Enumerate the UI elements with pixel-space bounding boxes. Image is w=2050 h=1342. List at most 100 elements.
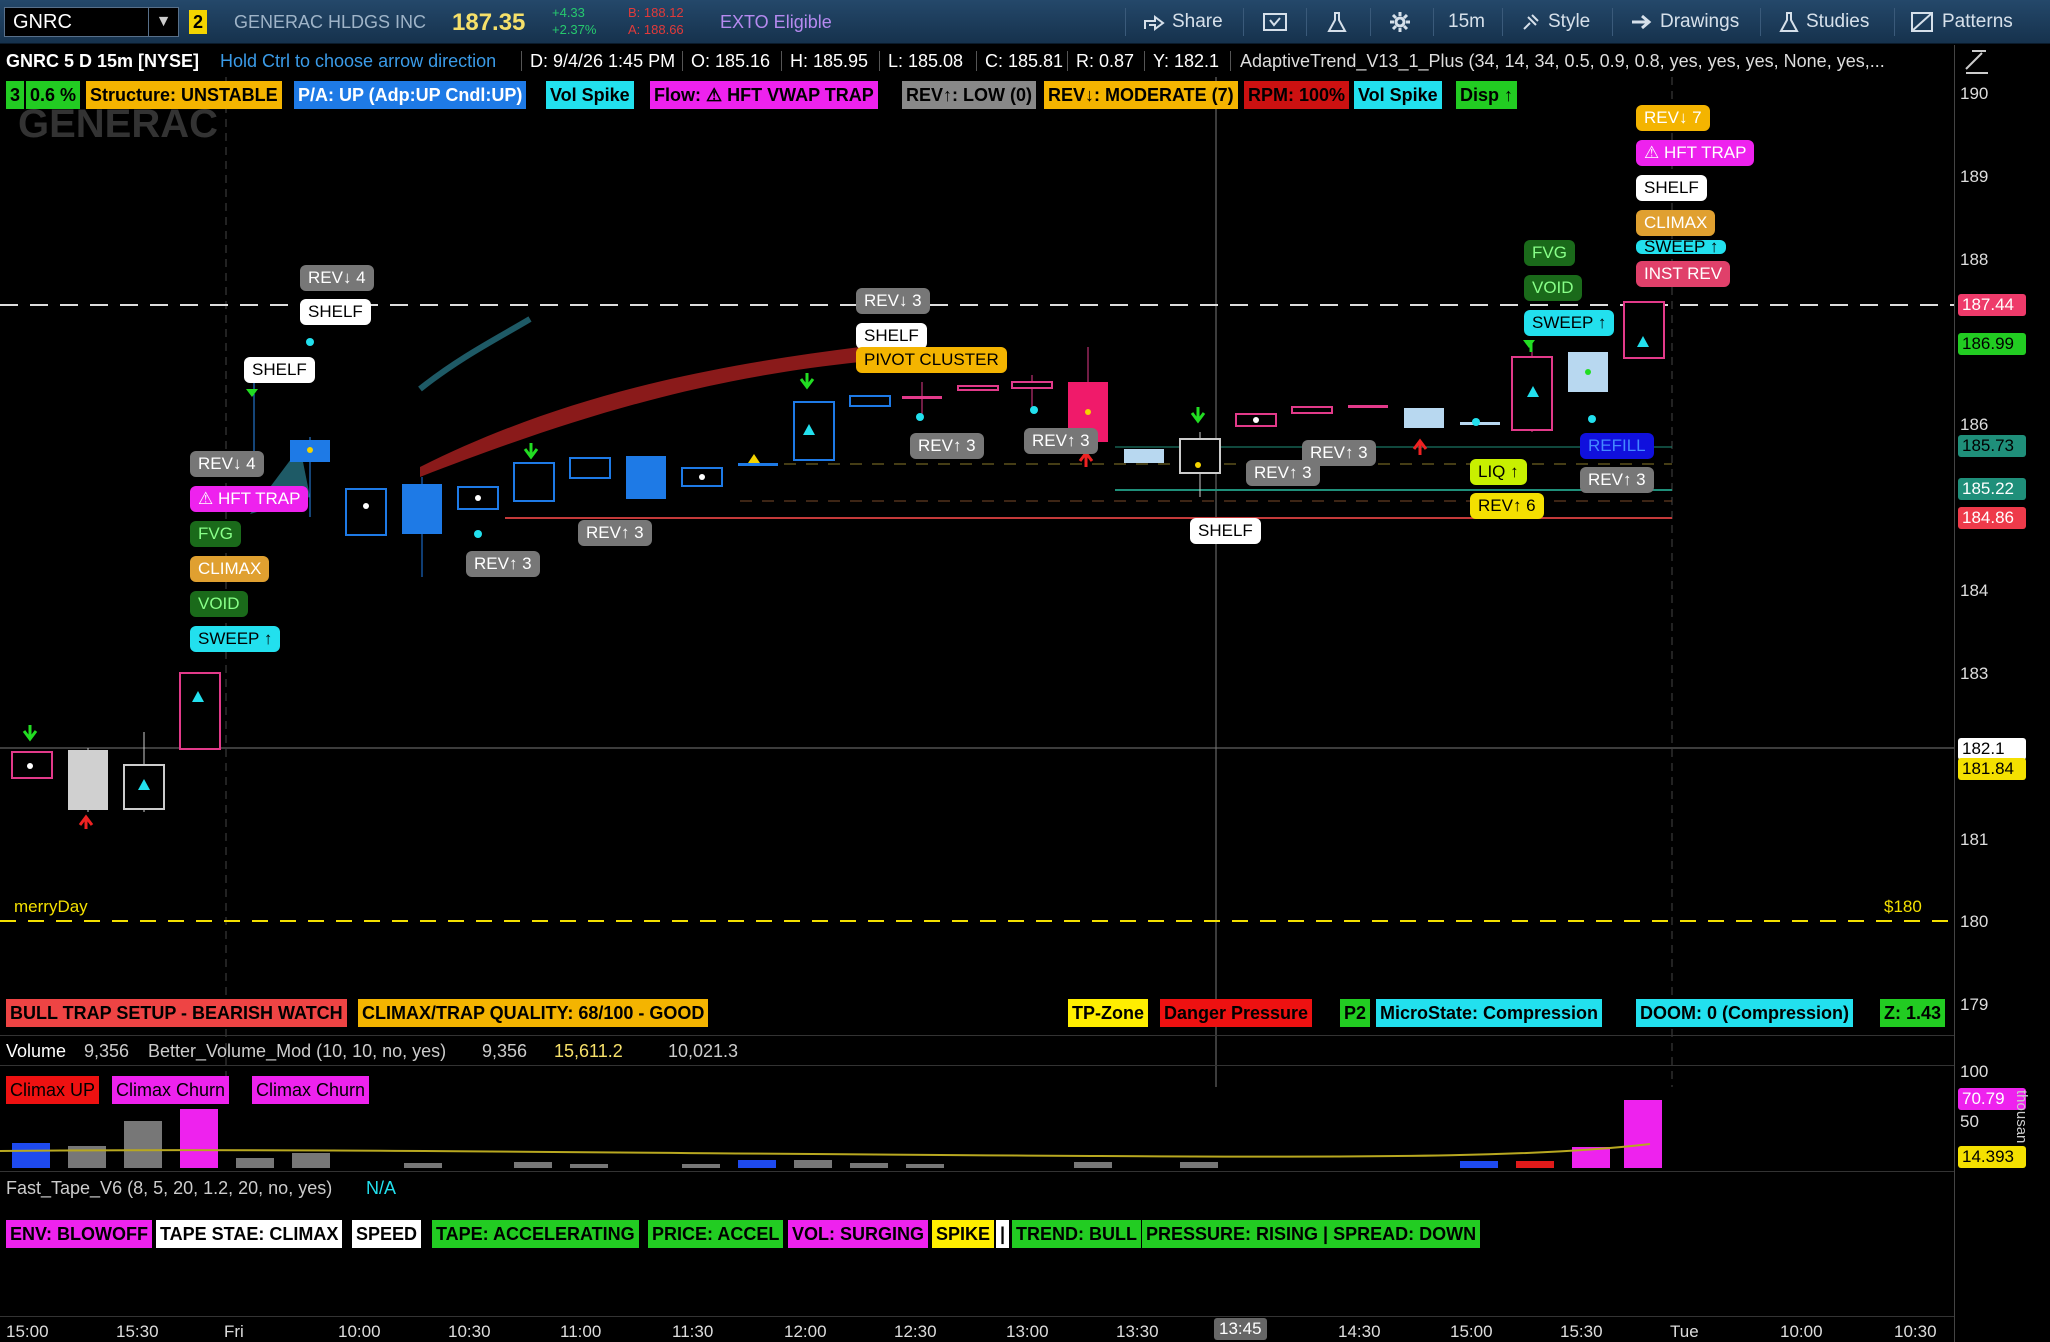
rev-up-label: REV↑: LOW (0) xyxy=(902,81,1036,109)
merry-day-label: merryDay xyxy=(14,897,88,916)
tape-value: N/A xyxy=(366,1178,397,1198)
rev-up-label: REV↑ 3 xyxy=(578,520,652,546)
drawings-label: Drawings xyxy=(1660,11,1740,32)
volume-y-tick: 50 xyxy=(1960,1112,1979,1131)
style-button[interactable]: Style xyxy=(1516,0,1590,44)
divider xyxy=(1433,8,1434,36)
close-readout: C: 185.81 xyxy=(985,51,1064,71)
divider-label: | xyxy=(996,1220,1010,1248)
env-label: ENV: BLOWOFF xyxy=(6,1220,152,1248)
x-tick: 12:00 xyxy=(784,1322,827,1341)
symbol-input[interactable]: GNRC ▼ xyxy=(4,7,179,37)
x-tick: 15:00 xyxy=(6,1322,49,1341)
fvg-label: FVG xyxy=(190,521,241,547)
x-tick: 11:00 xyxy=(560,1322,602,1341)
spike-label: SPIKE xyxy=(932,1220,995,1248)
tape-accel-label: TAPE: ACCELERATING xyxy=(432,1220,639,1248)
patterns-button[interactable]: Patterns xyxy=(1906,0,2013,44)
tape-state-label: TAPE STAE: CLIMAX xyxy=(156,1220,343,1248)
top-label: 3 xyxy=(6,81,25,109)
x-tick: Tue xyxy=(1670,1322,1699,1341)
pa-label: P/A: UP (Adp:UP Cndl:UP) xyxy=(294,81,527,109)
rev-down-label: REV↓ 4 xyxy=(300,265,374,291)
sweep-label: SWEEP ↑ xyxy=(190,626,281,652)
time-axis[interactable] xyxy=(0,1316,1954,1342)
refill-label: REFILL xyxy=(1580,433,1654,459)
settings-button[interactable] xyxy=(1384,0,1418,44)
y-tick: 188 xyxy=(1960,250,1989,269)
trend-label: TREND: BULL xyxy=(1012,1220,1141,1248)
price-marker: 186.99 xyxy=(1958,333,2026,355)
price-accel-label: PRICE: ACCEL xyxy=(648,1220,784,1248)
rev-up-label: REV↑ 3 xyxy=(1302,440,1376,466)
volume-marker: 14.393 xyxy=(1958,1146,2026,1168)
divider xyxy=(1243,8,1244,36)
x-tick: 10:30 xyxy=(1894,1322,1937,1341)
divider xyxy=(1125,8,1126,36)
shelf-label: SHELF xyxy=(1190,518,1261,544)
fvg-label: FVG xyxy=(1524,240,1575,266)
layout-icon xyxy=(1263,12,1287,31)
hft-trap-label: ⚠ HFT TRAP xyxy=(190,486,309,512)
divider xyxy=(1067,51,1068,71)
x-tick: Fri xyxy=(224,1322,244,1341)
y-tick: 184 xyxy=(1960,581,1989,600)
flask-icon xyxy=(1327,11,1347,32)
y-tick: 189 xyxy=(1960,167,1989,186)
link-badge[interactable]: 2 xyxy=(189,10,207,34)
timeframe-button[interactable]: 15m xyxy=(1444,0,1485,44)
main-chart[interactable]: GENERAC 3 0.6 % Structure: UNSTABLE P/A:… xyxy=(0,77,1954,1087)
x-tick: 13:00 xyxy=(1006,1322,1049,1341)
style-label: Style xyxy=(1548,11,1591,32)
arrow-right-icon xyxy=(1632,14,1652,30)
ask-price: A: 188.66 xyxy=(628,22,684,37)
drawings-button[interactable]: Drawings xyxy=(1626,0,1739,44)
divider xyxy=(682,51,683,71)
price-marker: 185.73 xyxy=(1958,435,2026,457)
pivot-cluster-label: PIVOT CLUSTER xyxy=(856,347,1007,373)
y-tick: 186 xyxy=(1960,415,1989,434)
divider xyxy=(1306,8,1307,36)
axis-settings-icon[interactable] xyxy=(1962,47,2002,77)
trend-line xyxy=(418,316,532,392)
studies-button[interactable]: Studies xyxy=(1774,0,1869,44)
hft-trap-label: ⚠ HFT TRAP xyxy=(1636,140,1755,166)
flask-button[interactable] xyxy=(1321,0,1355,44)
crosshair-price: 182.1 xyxy=(1958,738,2026,760)
high-readout: H: 185.95 xyxy=(790,51,869,71)
volume-pane[interactable]: Volume 9,356 Better_Volume_Mod (10, 10, … xyxy=(0,1035,1954,1171)
price-marker: 185.22 xyxy=(1958,478,2026,500)
price-marker: 187.44 xyxy=(1958,294,2026,316)
sweep-label: SWEEP ↑ xyxy=(1636,240,1727,254)
volume-y-tick: 100 xyxy=(1960,1062,1989,1081)
x-tick: 13:30 xyxy=(1116,1322,1159,1341)
microstate-label: MicroState: Compression xyxy=(1376,999,1603,1027)
chevron-down-icon[interactable]: ▼ xyxy=(148,8,178,36)
bull-trap-label: BULL TRAP SETUP - BEARISH WATCH xyxy=(6,999,347,1027)
climax-label: CLIMAX xyxy=(190,556,270,582)
share-button[interactable]: Share xyxy=(1138,0,1223,44)
x-tick: 10:00 xyxy=(1780,1322,1823,1341)
divider xyxy=(1894,8,1895,36)
y-tick: 190 xyxy=(1960,84,1989,103)
chart-layout-button[interactable] xyxy=(1258,0,1296,44)
y-tick: 181 xyxy=(1960,830,1989,849)
vol-surging-label: VOL: SURGING xyxy=(788,1220,929,1248)
patterns-icon xyxy=(1911,11,1933,32)
bid-price: B: 188.12 xyxy=(628,5,684,20)
change-pct: +2.37% xyxy=(552,22,597,37)
p2-label: P2 xyxy=(1340,999,1371,1027)
rev-up-label: REV↑ 3 xyxy=(1024,428,1098,454)
share-icon xyxy=(1144,14,1165,31)
sweep-label: SWEEP ↑ xyxy=(1524,310,1615,336)
void-label: VOID xyxy=(1524,275,1582,301)
x-tick: 10:30 xyxy=(448,1322,491,1341)
gear-icon xyxy=(1390,11,1410,32)
rev-up-label: REV↑ 3 xyxy=(910,433,984,459)
tape-pane[interactable]: Fast_Tape_V6 (8, 5, 20, 1.2, 20, no, yes… xyxy=(0,1171,1954,1316)
shelf-label: SHELF xyxy=(244,357,315,383)
x-tick: 10:00 xyxy=(338,1322,381,1341)
shelf-label: SHELF xyxy=(1636,175,1707,201)
divider xyxy=(1760,8,1761,36)
divider xyxy=(781,51,782,71)
